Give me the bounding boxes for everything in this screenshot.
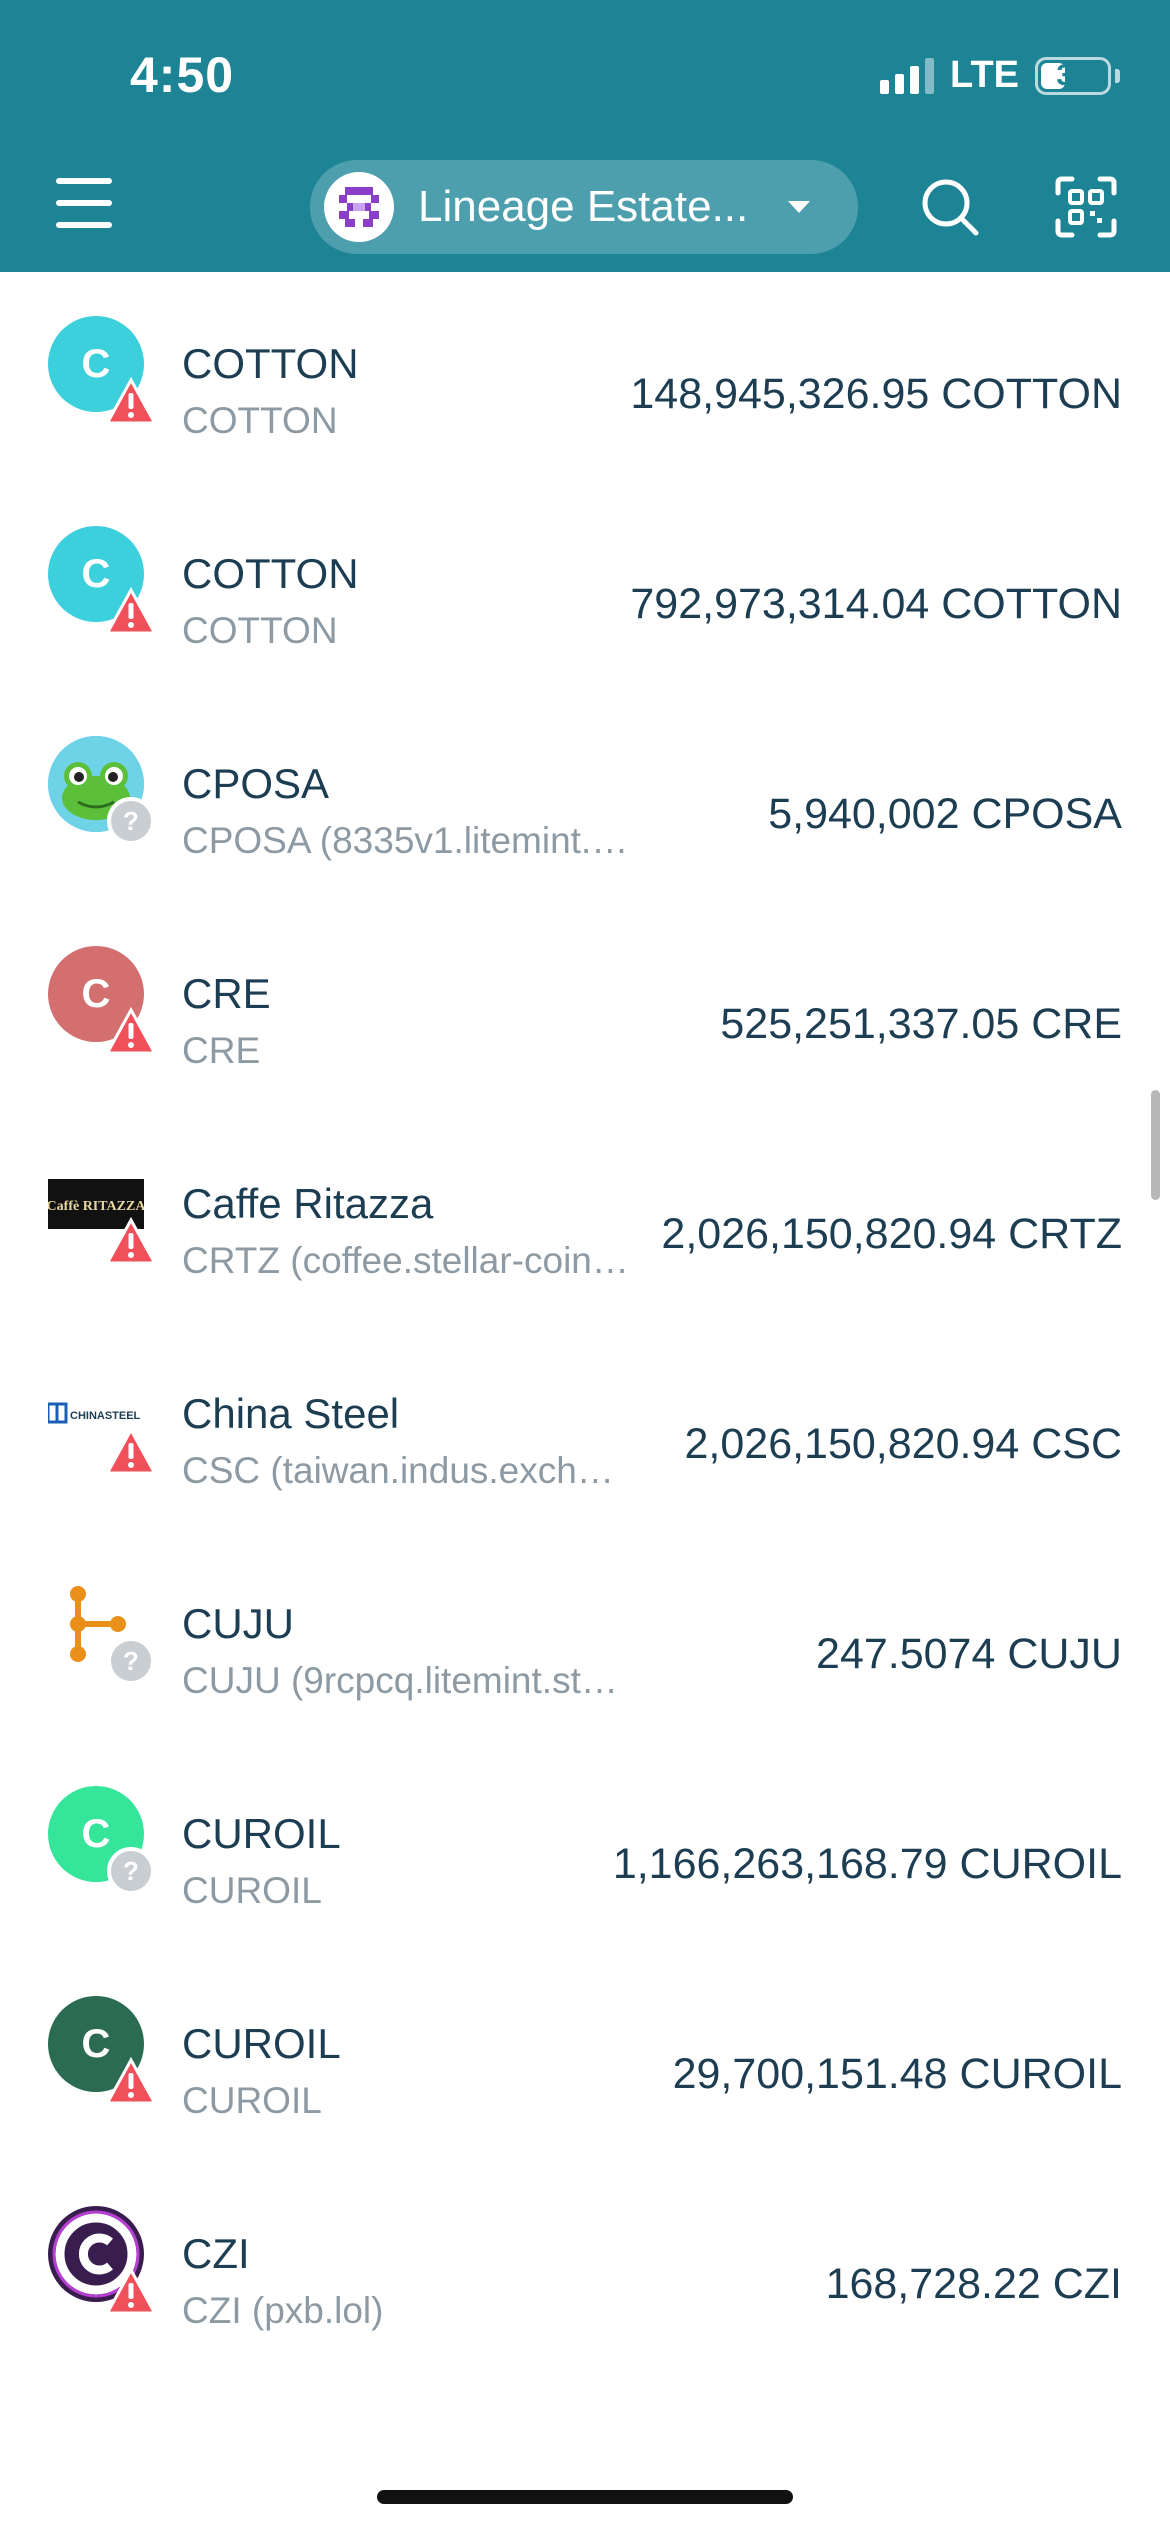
asset-issuer: CUJU (9rcpcq.litemint.store) — [182, 1660, 632, 1701]
svg-text:?: ? — [123, 806, 139, 836]
asset-name: China Steel — [182, 1390, 400, 1437]
asset-row[interactable]: Caffè RITAZZA Caffe Ritazza CRTZ (coffee.s… — [0, 1112, 1170, 1322]
asset-balance: 5,940,002 CPOSA — [768, 790, 1122, 838]
asset-row[interactable]: ? CPOSA CPOSA (8335v1.litemint.store) 5,940… — [0, 692, 1170, 902]
asset-issuer: CRTZ (coffee.stellar-coin.org) — [182, 1240, 632, 1281]
unverified-question-icon: ? — [107, 797, 155, 845]
account-selector[interactable]: Lineage Estate... — [310, 160, 858, 254]
asset-issuer: CZI (pxb.lol) — [182, 2290, 384, 2331]
asset-balance: 2,026,150,820.94 CSC — [684, 1420, 1123, 1468]
asset-row[interactable]: CHINASTEEL China Steel CSC (taiwan.indus.e… — [0, 1322, 1170, 1532]
asset-issuer: CPOSA (8335v1.litemint.store) — [182, 820, 632, 861]
pixel-avatar-icon — [339, 187, 379, 227]
warning-icon — [107, 2266, 155, 2315]
asset-name: COTTON — [182, 550, 359, 597]
top-app-bar: 4:50 LTE 35 Lineage Estate... — [0, 0, 1170, 272]
battery-level: 35 — [1056, 58, 1090, 92]
asset-balance: 168,728.22 CZI — [825, 2260, 1122, 2308]
asset-balance: 2,026,150,820.94 CRTZ — [661, 1210, 1122, 1258]
warning-icon — [107, 1426, 155, 1475]
asset-issuer: CUROIL — [182, 1870, 322, 1911]
asset-name: COTTON — [182, 340, 359, 387]
warning-icon — [107, 586, 155, 635]
asset-balance: 525,251,337.05 CRE — [720, 1000, 1122, 1048]
asset-name: CZI — [182, 2230, 250, 2277]
asset-row[interactable]: C? CUROIL CUROIL 1,166,263,168.79 CUROIL — [0, 1742, 1170, 1952]
asset-balance: 29,700,151.48 CUROIL — [672, 2050, 1122, 2098]
svg-text:?: ? — [123, 1646, 139, 1676]
status-time: 4:50 — [130, 47, 235, 103]
warning-icon — [107, 376, 155, 425]
qr-scan-icon[interactable] — [1054, 175, 1118, 239]
asset-issuer: CSC (taiwan.indus.exchange) — [182, 1450, 632, 1491]
asset-name: Caffe Ritazza — [182, 1180, 434, 1227]
asset-issuer: COTTON — [182, 400, 338, 441]
asset-issuer: CRE — [182, 1030, 261, 1071]
asset-row[interactable]: CZI CZI (pxb.lol) 168,728.22 CZI — [0, 2162, 1170, 2372]
cellular-signal-icon — [880, 57, 935, 94]
asset-name: CUROIL — [182, 2020, 341, 2067]
scrollbar[interactable] — [1151, 1090, 1160, 1200]
home-indicator[interactable] — [377, 2490, 793, 2504]
warning-icon — [107, 1006, 155, 1055]
asset-balance: 148,945,326.95 COTTON — [630, 370, 1122, 418]
asset-issuer: CUROIL — [182, 2080, 322, 2121]
battery-cap — [1115, 68, 1120, 83]
battery-icon: 35 — [1035, 56, 1111, 95]
wallet-assets-screen: 4:50 LTE 35 Lineage Estate... C COTTON C… — [0, 0, 1170, 2532]
account-name: Lineage Estate... — [418, 182, 749, 231]
unverified-question-icon: ? — [107, 1847, 155, 1895]
asset-balance: 1,166,263,168.79 CUROIL — [612, 1840, 1122, 1888]
svg-text:Caffè RITAZZA: Caffè RITAZZA — [48, 1199, 144, 1214]
asset-name: CPOSA — [182, 760, 330, 807]
asset-name: CUROIL — [182, 1810, 341, 1857]
chevron-down-icon — [788, 201, 810, 213]
hamburger-menu-icon[interactable] — [56, 178, 112, 228]
svg-text:CHINASTEEL: CHINASTEEL — [70, 1410, 141, 1422]
asset-row[interactable]: C CRE CRE 525,251,337.05 CRE — [0, 902, 1170, 1112]
search-icon[interactable] — [918, 175, 982, 239]
warning-icon — [107, 1216, 155, 1265]
account-avatar — [324, 172, 394, 242]
asset-issuer: COTTON — [182, 610, 338, 651]
asset-row[interactable]: C CUROIL CUROIL 29,700,151.48 CUROIL — [0, 1952, 1170, 2162]
asset-balance: 792,973,314.04 COTTON — [630, 580, 1122, 628]
svg-text:?: ? — [123, 1856, 139, 1886]
asset-name: CUJU — [182, 1600, 294, 1647]
network-type: LTE — [950, 54, 1019, 96]
status-indicators: LTE 35 — [880, 54, 1120, 97]
asset-row[interactable]: ? CUJU CUJU (9rcpcq.litemint.store) 247.507… — [0, 1532, 1170, 1742]
asset-name: CRE — [182, 970, 271, 1017]
asset-row[interactable]: C COTTON COTTON 148,945,326.95 COTTON — [0, 272, 1170, 482]
asset-balance: 247.5074 CUJU — [816, 1630, 1122, 1678]
warning-icon — [107, 2056, 155, 2105]
unverified-question-icon: ? — [107, 1637, 155, 1685]
asset-row[interactable]: C COTTON COTTON 792,973,314.04 COTTON — [0, 482, 1170, 692]
